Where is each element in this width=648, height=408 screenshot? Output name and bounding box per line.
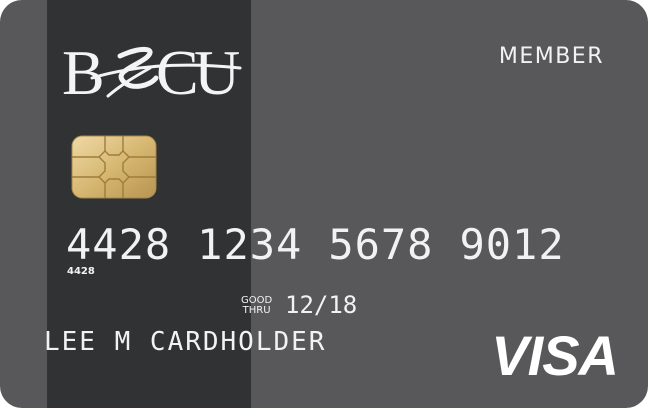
good-thru-label-line2: THRU	[242, 305, 271, 316]
card-number: 4428 1234 5678 9012	[66, 220, 565, 269]
cardholder-name: LEE M CARDHOLDER	[44, 327, 327, 357]
becu-logo: B C U	[62, 38, 244, 104]
card-number-group-3: 5678	[328, 220, 434, 269]
card-number-group-1: 4428	[66, 220, 172, 269]
good-thru-label: GOOD THRU	[241, 296, 272, 316]
expiry-date: 12/18	[285, 291, 358, 319]
svg-text:U: U	[194, 38, 240, 104]
card-number-group-4: 9012	[459, 220, 565, 269]
emv-chip-icon	[71, 135, 157, 199]
visa-logo: VISA	[491, 324, 619, 387]
svg-text:B: B	[62, 38, 105, 104]
svg-text:C: C	[156, 38, 199, 104]
card-tier-label: MEMBER	[498, 44, 604, 69]
payment-card: B C U MEMBER 4428 1234 5678 9012 4428 GO…	[0, 0, 648, 408]
card-number-prefix-small: 4428	[67, 266, 95, 277]
card-number-group-2: 1234	[197, 220, 303, 269]
